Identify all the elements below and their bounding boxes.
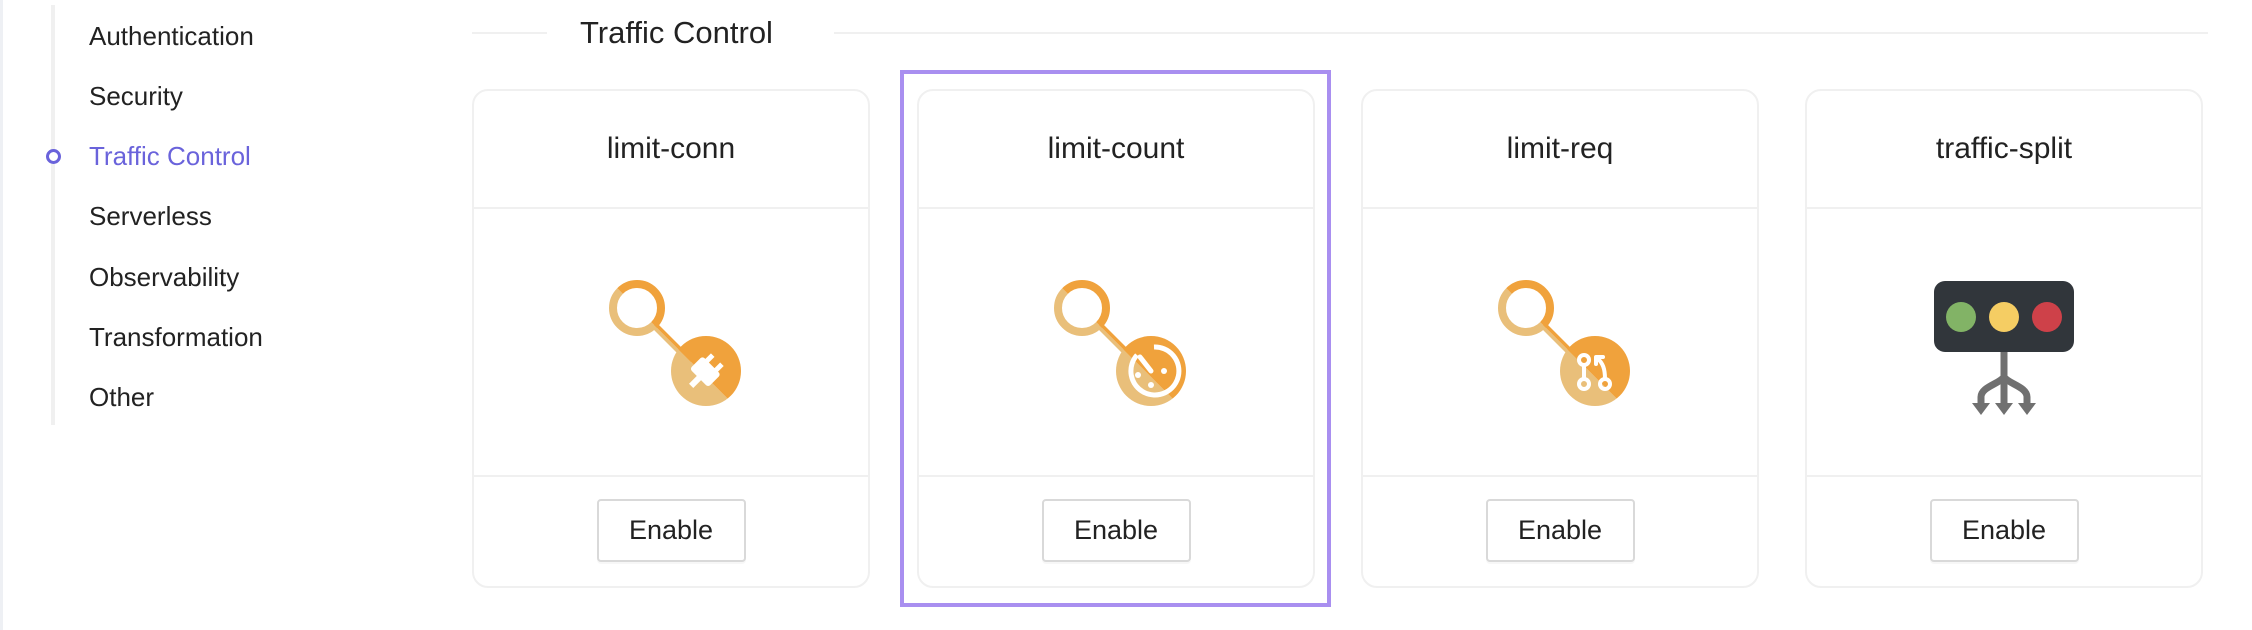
nav-item-serverless[interactable]: Serverless: [89, 196, 212, 236]
plug-connection-icon: [596, 267, 746, 417]
enable-button-limit-conn[interactable]: Enable: [596, 499, 746, 562]
enable-button-limit-req[interactable]: Enable: [1485, 499, 1635, 562]
plugin-card-title: limit-conn: [474, 91, 868, 209]
plugin-card-limit-req: limit-req Enable: [1361, 89, 1759, 588]
category-anchor-nav: Authentication Security Traffic Control …: [0, 0, 440, 630]
section-divider-left: [472, 32, 547, 34]
count-timer-icon: [1041, 267, 1191, 417]
request-branch-icon: [1485, 267, 1635, 417]
nav-item-other[interactable]: Other: [89, 377, 154, 417]
anchor-track: [51, 5, 55, 425]
plugin-card-limit-conn: limit-conn Enable: [472, 89, 870, 588]
nav-item-authentication[interactable]: Authentication: [89, 16, 254, 56]
active-anchor-dot: [46, 149, 61, 164]
plugin-card-title: limit-req: [1363, 91, 1757, 209]
nav-item-transformation[interactable]: Transformation: [89, 317, 263, 357]
enable-button-limit-count[interactable]: Enable: [1041, 499, 1191, 562]
plugin-page: Authentication Security Traffic Control …: [0, 0, 2252, 630]
nav-item-traffic-control[interactable]: Traffic Control: [89, 136, 251, 176]
nav-item-security[interactable]: Security: [89, 76, 183, 116]
traffic-light-split-icon: [1929, 267, 2079, 417]
plugin-card-limit-count: limit-count Enable: [917, 89, 1315, 588]
plugin-card-traffic-split: traffic-split Enable: [1805, 89, 2203, 588]
nav-item-observability[interactable]: Observability: [89, 257, 239, 297]
plugin-card-title: traffic-split: [1807, 91, 2201, 209]
plugin-card-title: limit-count: [919, 91, 1313, 209]
section-title: Traffic Control: [580, 15, 773, 50]
enable-button-traffic-split[interactable]: Enable: [1929, 499, 2079, 562]
section-divider-right: [834, 32, 2208, 34]
